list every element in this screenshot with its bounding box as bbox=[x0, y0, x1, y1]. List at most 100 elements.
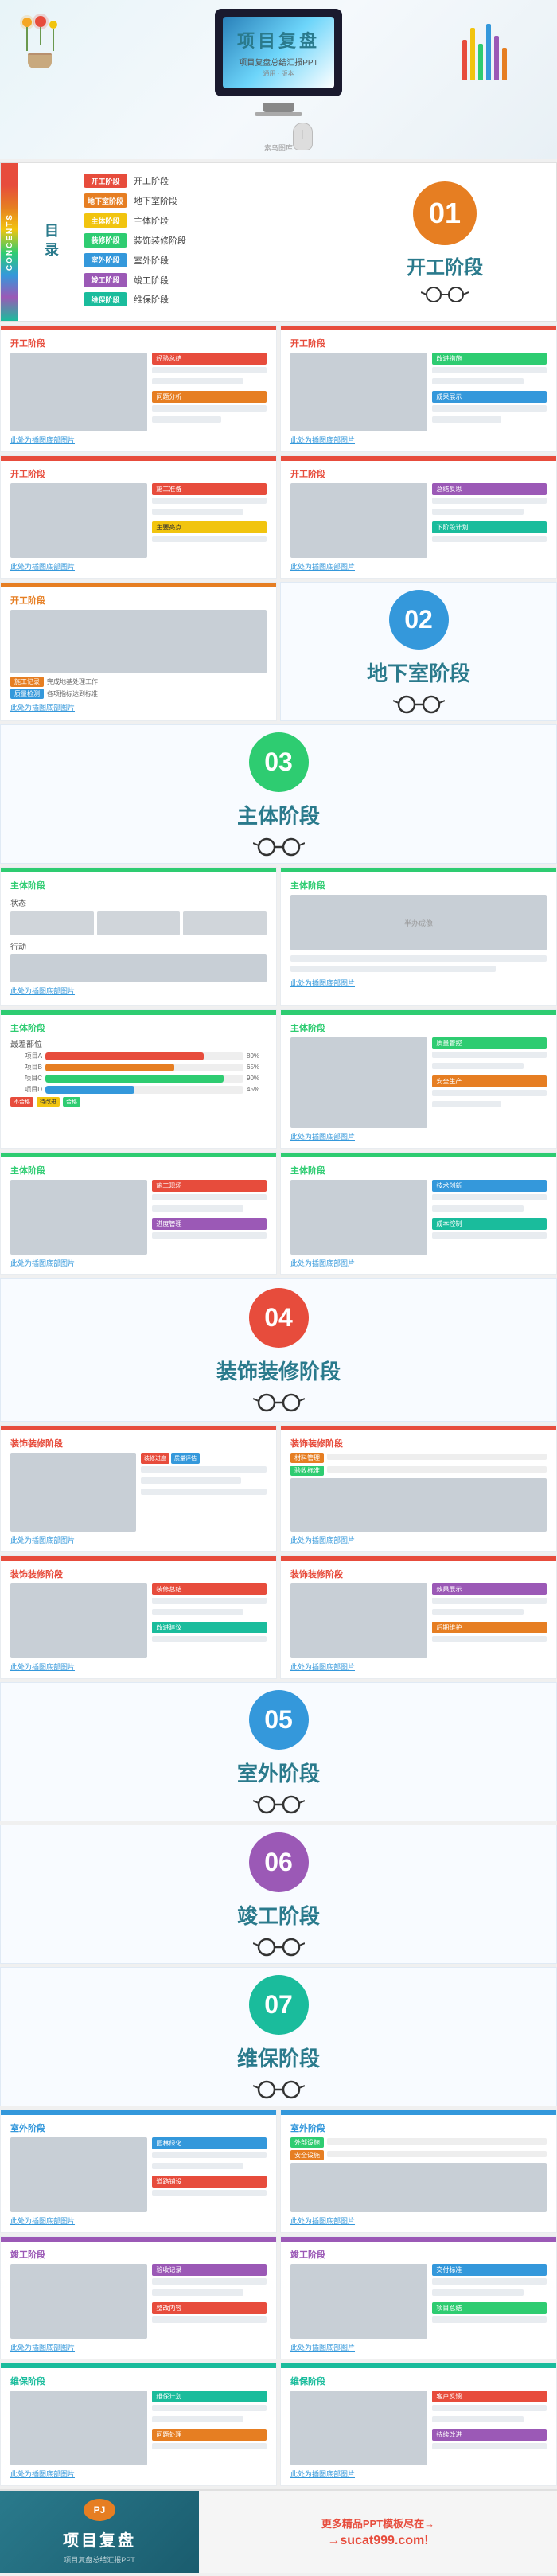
ci-jg1: 竣工阶段 验收记录 整改内容 此处为插图底部图片 bbox=[1, 2242, 276, 2359]
cover-monitor-area: 项目复盘 项目复盘总结汇报PPT 通用 · 版本 bbox=[215, 9, 342, 150]
bar-fill-2 bbox=[45, 1064, 174, 1071]
card-inner-6: 主体阶段 状态 行动 此处为插图底部图片 bbox=[1, 872, 276, 1005]
bar-track-3 bbox=[45, 1075, 243, 1083]
cover-monitor: 项目复盘 项目复盘总结汇报PPT 通用 · 版本 bbox=[215, 9, 342, 96]
ch-sw1: 室外阶段 bbox=[10, 2121, 267, 2134]
tg-jg1a: 验收记录 bbox=[152, 2264, 267, 2276]
footer-url: →sucat999.com! bbox=[321, 2534, 434, 2548]
t-sw2: 外部设施 安全设施 bbox=[290, 2137, 547, 2212]
tg-zx3a: 装修总结 bbox=[152, 1583, 267, 1595]
tag-5a: 施工记录 bbox=[10, 677, 44, 687]
row-kaigong-2: 开工阶段 施工准备 主要亮点 此处为插图底部图片 开工阶段 bbox=[0, 455, 557, 579]
tl-10b bbox=[152, 1205, 243, 1212]
office-label: 半办成像 bbox=[404, 918, 433, 928]
slide-zhuti-status: 主体阶段 状态 行动 此处为插图底部图片 bbox=[0, 867, 277, 1006]
toc-tag-1: 开工阶段 bbox=[84, 174, 127, 188]
row-shiwai-1: 室外阶段 园林绿化 道路铺设 此处为插图底部图片 室外阶段 bbox=[0, 2110, 557, 2233]
tl-zx3b bbox=[152, 1609, 243, 1615]
toc-tag-2: 地下室阶段 bbox=[84, 193, 127, 208]
text-area: 经验总结 问题分析 bbox=[152, 353, 267, 431]
text-line-1 bbox=[152, 367, 267, 373]
tl-9c bbox=[432, 1090, 547, 1096]
tl-9a bbox=[432, 1052, 547, 1058]
tg-zx4a: 效果展示 bbox=[432, 1583, 547, 1595]
slide-cover: 项目复盘 项目复盘总结汇报PPT 通用 · 版本 素 bbox=[0, 0, 557, 159]
bar-label-3: 项目C bbox=[10, 1074, 42, 1083]
section-circle-04: 04 bbox=[249, 1288, 309, 1348]
ci-10: 主体阶段 施工现场 进度管理 此处为插图底部图片 bbox=[1, 1157, 276, 1274]
cb-jg2: 交付标准 项目总结 bbox=[290, 2264, 547, 2339]
section-title-1: 开工阶段 bbox=[407, 252, 483, 279]
slide-kaigong-1b: 开工阶段 改进措施 成果展示 此处为插图底部图片 bbox=[280, 325, 557, 452]
bottom-link: 此处为插图底部图片 bbox=[10, 435, 267, 445]
cb-zx4: 效果展示 后期维护 bbox=[290, 1583, 547, 1658]
slide-zx-1a: 装饰装修阶段 装修进度 质量评估 此处为插图底部图片 bbox=[0, 1425, 277, 1552]
bl-5: 此处为插图底部图片 bbox=[10, 702, 267, 712]
toc-item-7: 维保阶段 维保阶段 bbox=[84, 292, 321, 306]
t-10: 施工现场 进度管理 bbox=[152, 1180, 267, 1255]
bl-zx3: 此处为插图底部图片 bbox=[10, 1661, 267, 1672]
text-line-4 bbox=[152, 416, 220, 423]
img-sw2 bbox=[290, 2163, 547, 2212]
t-wb1: 维保计划 问题处理 bbox=[152, 2391, 267, 2465]
info-tag-blue: 成果展示 bbox=[432, 391, 547, 403]
text-line-6 bbox=[432, 378, 524, 384]
toc-tag-4: 装修阶段 bbox=[84, 233, 127, 248]
slide-kaigong-2a: 开工阶段 施工准备 主要亮点 此处为插图底部图片 bbox=[0, 455, 277, 579]
card-body: 经验总结 问题分析 bbox=[10, 353, 267, 431]
ci-zx3: 装饰装修阶段 装修总结 改进建议 此处为插图底部图片 bbox=[1, 1561, 276, 1678]
tl-sw1a bbox=[152, 2152, 267, 2158]
cb-jg1: 验收记录 整改内容 bbox=[10, 2264, 267, 2339]
text-line-8 bbox=[432, 416, 501, 423]
tg-wb2b: 持续改进 bbox=[432, 2429, 547, 2441]
slide-kaigong-2b: 开工阶段 总结反思 下阶段计划 此处为插图底部图片 bbox=[280, 455, 557, 579]
footer-brand: PJ 项目复盘 项目复盘总结汇报PPT bbox=[0, 2491, 199, 2573]
tl-jg2a bbox=[432, 2278, 547, 2285]
tg-jg2a: 交付标准 bbox=[432, 2264, 547, 2276]
cover-subtitle: 项目复盘总结汇报PPT bbox=[239, 56, 317, 68]
footer-cta: 更多精品PPT模板尽在→ →sucat999.com! bbox=[321, 2516, 434, 2548]
tg-zx3b: 改进建议 bbox=[152, 1622, 267, 1633]
bar-1: 项目A 80% bbox=[10, 1052, 267, 1060]
bar-chart-area: 项目A 80% 项目B 65% 项目C bbox=[10, 1052, 267, 1094]
page-wrapper: 项目复盘 项目复盘总结汇报PPT 通用 · 版本 素 bbox=[0, 0, 557, 2573]
tag-text-5b: 各项指标达到标准 bbox=[47, 689, 267, 698]
bl-6: 此处为插图底部图片 bbox=[10, 986, 267, 996]
row-zhuti-1: 主体阶段 状态 行动 此处为插图底部图片 主体阶段 半办成像 bbox=[0, 867, 557, 1006]
ci-sw1: 室外阶段 园林绿化 道路铺设 此处为插图底部图片 bbox=[1, 2115, 276, 2232]
tl-zx4a bbox=[432, 1598, 547, 1604]
img-ph-4 bbox=[290, 483, 427, 558]
row-zhuti-2: 主体阶段 最差部位 项目A 80% 项目B bbox=[0, 1009, 557, 1149]
section-title-02: 地下室阶段 bbox=[367, 658, 470, 687]
tag-9a: 质量管控 bbox=[432, 1037, 547, 1049]
toc-item-5: 室外阶段 室外阶段 bbox=[84, 253, 321, 267]
toc-sidebar-label: CONCENTS bbox=[6, 213, 14, 271]
img-ph-3 bbox=[10, 483, 147, 558]
footer-title: 项目复盘 bbox=[63, 2527, 136, 2551]
bl-zx2: 此处为插图底部图片 bbox=[290, 1535, 547, 1545]
tag-3a: 施工准备 bbox=[152, 483, 267, 495]
tl-3b bbox=[152, 509, 243, 515]
toc-text-2: 地下室阶段 bbox=[134, 194, 177, 207]
card-body-4: 总结反思 下阶段计划 bbox=[290, 483, 547, 558]
tl-7a bbox=[290, 955, 547, 962]
bar-track-1 bbox=[45, 1052, 243, 1060]
ci-wb1: 维保阶段 维保计划 问题处理 此处为插图底部图片 bbox=[1, 2368, 276, 2485]
ip-10 bbox=[10, 1180, 147, 1255]
bl-jg1: 此处为插图底部图片 bbox=[10, 2342, 267, 2352]
bl-wb1: 此处为插图底部图片 bbox=[10, 2469, 267, 2479]
status-boxes bbox=[10, 911, 267, 935]
ci-zx4: 装饰装修阶段 效果展示 后期维护 此处为插图底部图片 bbox=[281, 1561, 556, 1678]
row-dixiashi-section: 开工阶段 施工记录 完成地基处理工作 质量检测 各项指标达到标准 此处为插图底部… bbox=[0, 582, 557, 721]
ch-jg1: 竣工阶段 bbox=[10, 2248, 267, 2261]
image-placeholder bbox=[10, 353, 147, 431]
section-circle-03: 03 bbox=[249, 732, 309, 792]
slide-zx-2a: 装饰装修阶段 装修总结 改进建议 此处为插图底部图片 bbox=[0, 1555, 277, 1679]
cover-screen: 项目复盘 项目复盘总结汇报PPT 通用 · 版本 bbox=[223, 17, 334, 88]
bl-wb2: 此处为插图底部图片 bbox=[290, 2469, 547, 2479]
t-jg2: 交付标准 项目总结 bbox=[432, 2264, 547, 2339]
tl-wb1b bbox=[152, 2416, 243, 2422]
ip-zx1 bbox=[10, 1453, 136, 1532]
result-tags: 不合格 待改进 合格 bbox=[10, 1097, 267, 1107]
slide-jg-1b: 竣工阶段 交付标准 项目总结 此处为插图底部图片 bbox=[280, 2236, 557, 2359]
